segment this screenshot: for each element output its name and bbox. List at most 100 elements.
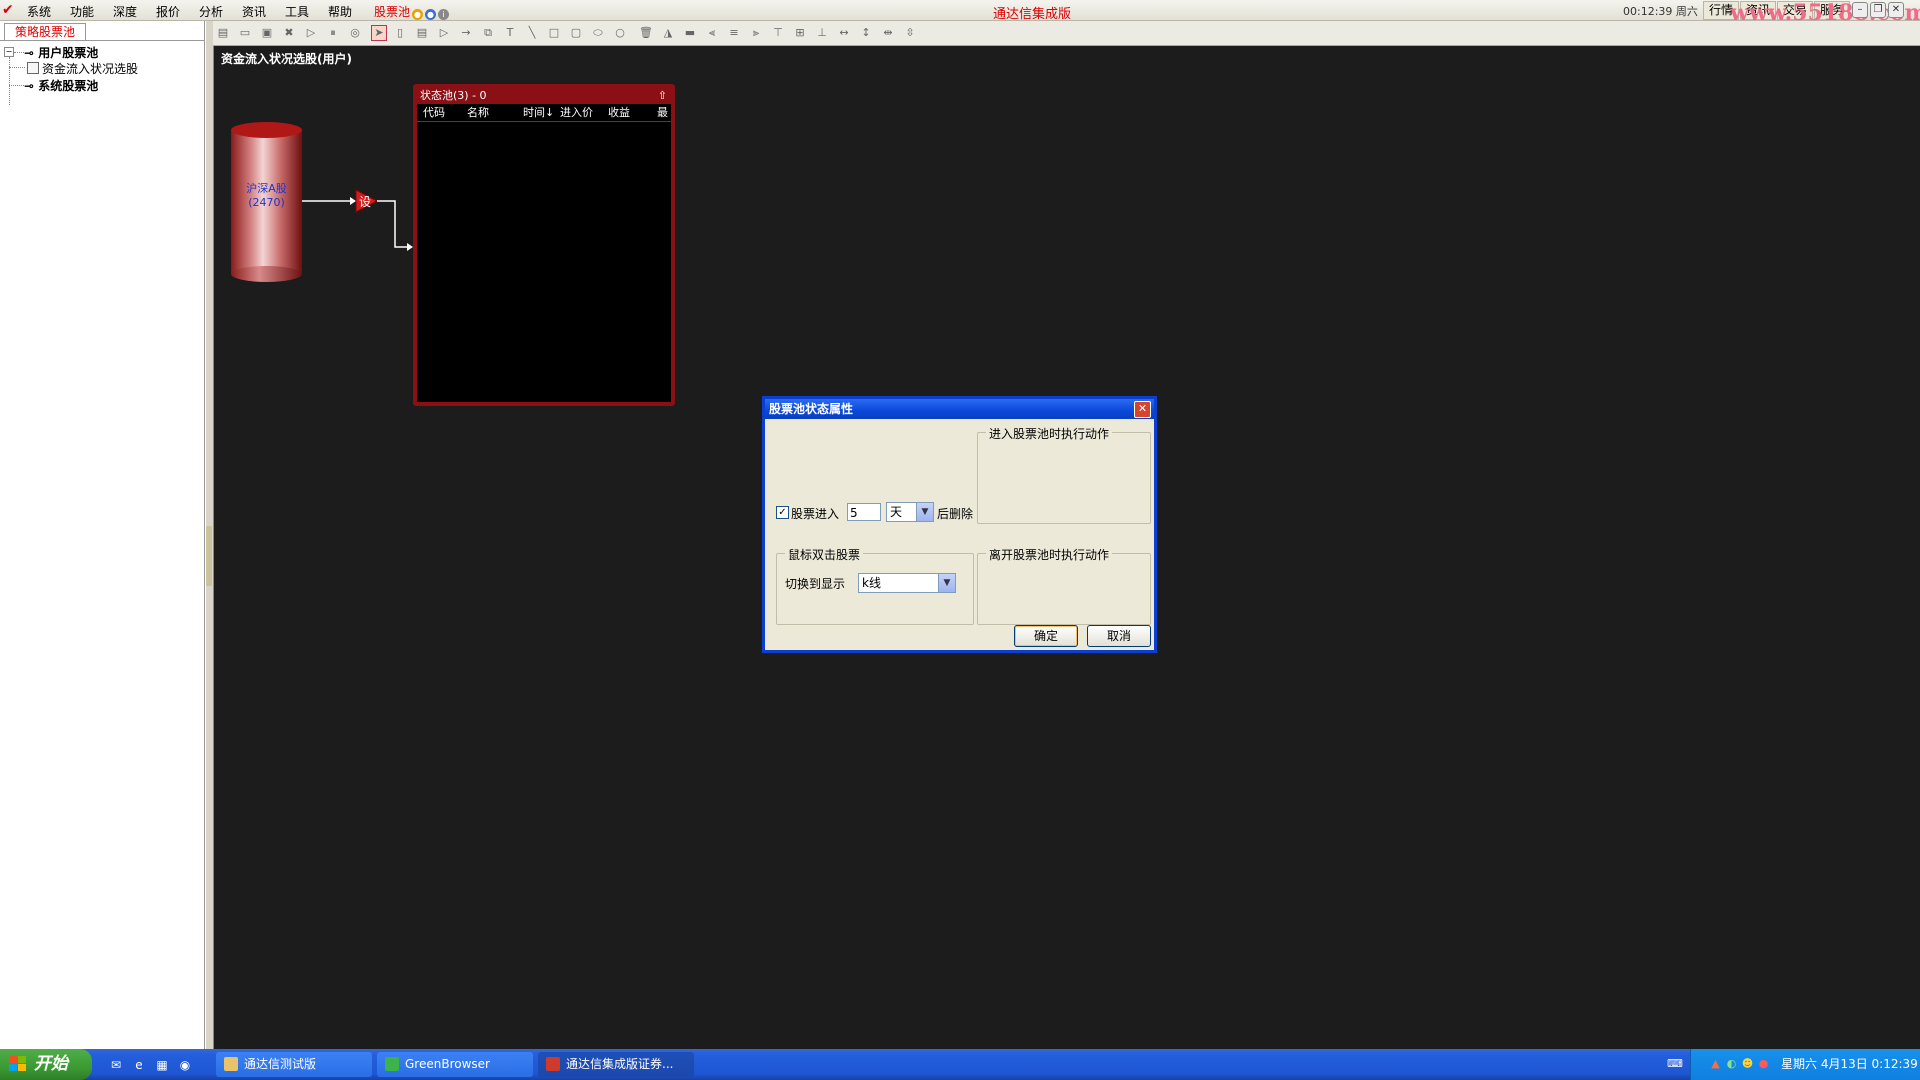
align-bottom-icon[interactable]: ⊥ [815, 26, 829, 40]
column-header-name[interactable]: 名称 [467, 105, 489, 121]
menu-info[interactable]: 资讯 [242, 3, 266, 20]
play-icon[interactable]: ▷ [304, 26, 318, 40]
menu-tools[interactable]: 工具 [285, 3, 309, 20]
splitter-grip[interactable] [206, 526, 212, 586]
rectangle-tool-icon[interactable]: □ [547, 26, 561, 40]
menu-analysis[interactable]: 分析 [199, 3, 223, 20]
tray-app-icon[interactable]: ▲ [1709, 1057, 1722, 1070]
media-icon[interactable]: ◉ [177, 1057, 193, 1073]
enter-action-label: 进入股票池时执行动作 [986, 425, 1113, 442]
dialog-close-icon[interactable]: ✕ [1134, 401, 1151, 418]
stock-enter-checkbox[interactable]: ✓ [776, 506, 789, 519]
tree-item-fund-inflow[interactable]: 资金流入状况选股 [27, 60, 138, 77]
tree-item-system-pool[interactable]: ⊸ 系统股票池 [24, 77, 98, 94]
fill-color-icon[interactable]: ◮ [661, 26, 675, 40]
space-horizontal-icon[interactable]: ⇹ [881, 26, 895, 40]
trash-icon[interactable]: 🗑 [639, 26, 653, 40]
chevron-down-icon[interactable]: ▼ [938, 574, 955, 592]
ie-icon[interactable]: e [131, 1057, 147, 1073]
network-icon[interactable]: ◐ [1725, 1057, 1738, 1070]
ok-button[interactable]: 确定 [1014, 625, 1078, 647]
state-pool-title: 状态池(3) - 0 [420, 89, 487, 102]
stock-pool-menu[interactable]: 股票池 ● ● i [374, 3, 450, 20]
panel-splitter[interactable] [205, 21, 214, 1049]
save-icon[interactable]: ▣ [260, 26, 274, 40]
column-header-entry-price[interactable]: 进入价 [560, 105, 593, 121]
menu-function[interactable]: 功能 [70, 3, 94, 20]
pool-tool-icon[interactable]: ▤ [415, 26, 429, 40]
app-logo-icon: ✔ [2, 2, 14, 18]
align-right-icon[interactable]: ⫸ [749, 26, 763, 40]
pin-icon[interactable]: ⇧ [658, 88, 667, 104]
menu-quote[interactable]: 报价 [156, 3, 180, 20]
pool-status-blue-icon[interactable]: ● [425, 9, 437, 20]
dialog-title-bar[interactable]: 股票池状态属性 [765, 399, 1154, 419]
triangle-tool-icon[interactable]: ▷ [437, 26, 451, 40]
mouse-double-click-label: 鼠标双击股票 [785, 546, 864, 563]
stop-icon[interactable]: ◎ [348, 26, 362, 40]
pool-info-icon[interactable]: i [438, 9, 450, 20]
leave-action-label: 离开股票池时执行动作 [986, 546, 1113, 563]
tab-divider [0, 40, 204, 41]
tree-connector [9, 67, 25, 68]
show-desktop-icon[interactable]: ▦ [154, 1057, 170, 1073]
task-tdx-test[interactable]: 通达信测试版 [216, 1052, 372, 1077]
keyboard-icon[interactable]: ⌨ [1667, 1057, 1683, 1070]
space-vertical-icon[interactable]: ⇳ [903, 26, 917, 40]
pause-icon[interactable]: ⏸ [326, 26, 340, 40]
tab-strategy-pool[interactable]: 策略股票池 [4, 23, 87, 41]
new-file-icon[interactable]: ▤ [216, 26, 230, 40]
menu-depth[interactable]: 深度 [113, 3, 137, 20]
pool-status-orange-icon[interactable]: ● [412, 9, 424, 20]
task-greenbrowser[interactable]: GreenBrowser [377, 1052, 533, 1077]
unit-select[interactable]: 天 ▼ [886, 502, 934, 522]
tree-item-label: 用户股票池 [38, 46, 99, 60]
circle-tool-icon[interactable]: ○ [613, 26, 627, 40]
pointer-tool-icon[interactable]: ➤ [371, 25, 387, 41]
after-delete-label: 后删除 [937, 507, 974, 521]
delete-icon[interactable]: ✖ [282, 26, 296, 40]
group-tool-icon[interactable]: ⧉ [481, 26, 495, 40]
rounded-rect-tool-icon[interactable]: ▢ [569, 26, 583, 40]
days-input[interactable]: 5 [847, 503, 881, 521]
column-header-code[interactable]: 代码 [423, 105, 445, 121]
task-tdx-integrated[interactable]: 通达信集成版证券... [538, 1052, 694, 1077]
start-button[interactable]: 开始 [0, 1049, 92, 1080]
line-tool-icon[interactable]: ╲ [525, 26, 539, 40]
qq-icon[interactable]: ☻ [1741, 1057, 1754, 1070]
taskbar: 开始 ✉ e ▦ ◉ 通达信测试版 GreenBrowser 通达信集成版证券.… [0, 1049, 1920, 1080]
folder-icon [224, 1057, 238, 1071]
cancel-button[interactable]: 取消 [1087, 625, 1151, 647]
align-top-icon[interactable]: ⊤ [771, 26, 785, 40]
open-folder-icon[interactable]: ▭ [238, 26, 252, 40]
column-header-return[interactable]: 收益 [608, 105, 630, 121]
menu-system[interactable]: 系统 [27, 3, 51, 20]
close-icon[interactable]: ✕ [1888, 2, 1904, 18]
tree-item-user-pool[interactable]: ⊸ 用户股票池 [24, 44, 98, 61]
align-left-icon[interactable]: ⫷ [705, 26, 719, 40]
chevron-down-icon[interactable]: ▼ [916, 503, 933, 521]
column-header-time[interactable]: 时间↓ [523, 105, 554, 121]
tree-collapse-icon[interactable]: − [4, 47, 14, 57]
source-cylinder[interactable]: 沪深A股 (2470) [231, 122, 302, 282]
same-height-icon[interactable]: ↕ [859, 26, 873, 40]
align-middle-icon[interactable]: ⊞ [793, 26, 807, 40]
menu-help[interactable]: 帮助 [328, 3, 352, 20]
state-pool-header[interactable]: 状态池(3) - 0 ⇧ [417, 88, 671, 104]
top-clock: 00:12:39 周六 [1623, 5, 1698, 18]
restore-icon[interactable]: ❐ [1870, 2, 1886, 18]
state-pool-box[interactable]: 状态池(3) - 0 ⇧ 代码 名称 时间↓ 进入价 收益 最 [413, 84, 675, 406]
minimize-icon[interactable]: – [1852, 2, 1868, 18]
antivirus-icon[interactable]: ● [1757, 1057, 1770, 1070]
switch-display-select[interactable]: k线 ▼ [858, 573, 956, 593]
column-header-latest[interactable]: 最 [657, 105, 668, 121]
ellipse-tool-icon[interactable]: ⬭ [591, 26, 605, 40]
align-center-icon[interactable]: ≡ [727, 26, 741, 40]
arrow-tool-icon[interactable]: → [459, 26, 473, 40]
line-width-icon[interactable]: ▬ [683, 26, 697, 40]
same-width-icon[interactable]: ↔ [837, 26, 851, 40]
cylinder-tool-icon[interactable]: ▯ [393, 26, 407, 40]
outlook-icon[interactable]: ✉ [108, 1057, 124, 1073]
tree-item-label: 系统股票池 [38, 79, 99, 93]
text-tool-icon[interactable]: T [503, 26, 517, 40]
